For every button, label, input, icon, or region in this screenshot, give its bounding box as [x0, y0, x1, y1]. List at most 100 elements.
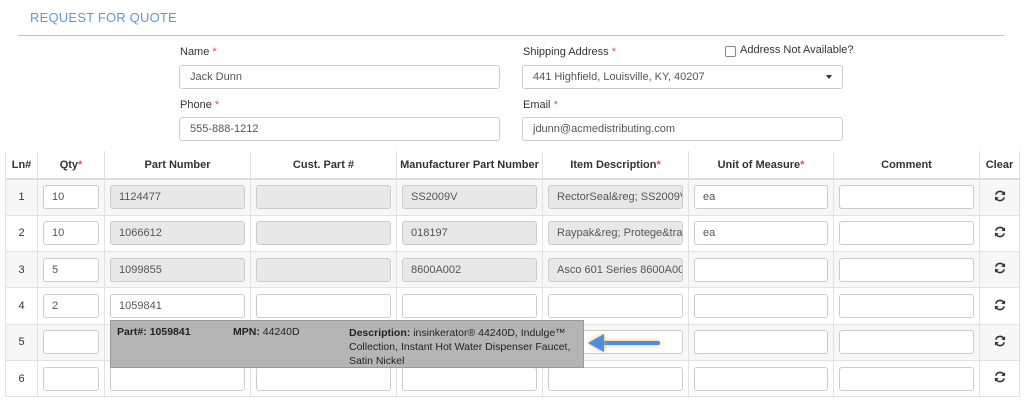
header-uom-text: Unit of Measure: [717, 158, 801, 171]
line-number: 2: [5, 214, 38, 253]
cust-part-input[interactable]: [256, 185, 391, 210]
unit-of-measure-input[interactable]: ea: [694, 185, 828, 210]
mfr-part-input[interactable]: 018197: [402, 221, 537, 246]
part-number-input[interactable]: 1124477: [110, 185, 245, 210]
item-description-cell: [542, 287, 689, 325]
qty-input[interactable]: [43, 366, 99, 391]
comment-cell: [833, 287, 980, 325]
header-qty-text: Qty: [59, 158, 79, 171]
item-description-cell: Asco 601 Series 8600A002: [542, 251, 689, 289]
item-description-cell: Raypak&reg; Protege&trade;: [542, 214, 689, 253]
required-mark: *: [214, 99, 220, 111]
cust-part-input[interactable]: [256, 221, 391, 246]
comment-cell: [833, 214, 980, 253]
qty-input[interactable]: [43, 330, 99, 355]
mfr-part-input[interactable]: [402, 294, 537, 319]
unit-of-measure-cell: [688, 287, 834, 325]
required-mark: *: [212, 46, 217, 58]
part-number-cell: 1066612: [104, 214, 251, 253]
unit-of-measure-input[interactable]: [694, 366, 828, 391]
table-row: 210 1066612 018197 Raypak&reg; Protege&trad…: [5, 214, 1020, 253]
title-divider: [18, 35, 1004, 36]
line-number: 3: [5, 251, 38, 289]
comment-input[interactable]: [839, 366, 974, 391]
item-description-input[interactable]: Raypak&reg; Protege&trade;: [548, 221, 683, 246]
unit-of-measure-input[interactable]: [694, 257, 828, 282]
mfr-part-cell: 018197: [396, 214, 543, 253]
required-mark: *: [800, 158, 805, 171]
comment-cell: [833, 178, 980, 216]
shipping-address-label: Shipping Address *: [523, 46, 616, 58]
unit-of-measure-input[interactable]: [694, 330, 828, 355]
tooltip-mpn-label: MPN:: [233, 326, 260, 338]
mfr-part-cell: 8600A002: [396, 251, 543, 289]
phone-field[interactable]: 555-888-1212: [179, 117, 500, 141]
unit-of-measure-input[interactable]: [694, 294, 828, 319]
cust-part-input[interactable]: [256, 366, 391, 391]
item-description-input[interactable]: [548, 366, 683, 391]
mfr-part-cell: [396, 287, 543, 325]
name-field[interactable]: Jack Dunn: [179, 65, 500, 89]
part-number-input[interactable]: 1066612: [110, 221, 245, 246]
clear-cell: [979, 251, 1020, 289]
comment-input[interactable]: [839, 185, 974, 210]
name-label: Name *: [180, 46, 217, 58]
comment-input[interactable]: [839, 221, 974, 246]
tooltip-part-label: Part#:: [117, 326, 147, 338]
part-number-input[interactable]: 1099855: [110, 257, 245, 282]
shipping-address-select[interactable]: 441 Highfield, Louisville, KY, 40207: [522, 65, 843, 89]
item-description-input[interactable]: [548, 294, 683, 319]
item-description-input[interactable]: Asco 601 Series 8600A002: [548, 257, 683, 282]
line-number: 4: [5, 287, 38, 325]
table-row: 1 10 1124477 SS2009V RectorSeal&reg; SS2009V…: [5, 178, 1020, 216]
refresh-icon[interactable]: [993, 298, 1007, 312]
qty-input[interactable]: 2: [43, 294, 99, 319]
mfr-part-input[interactable]: SS2009V: [402, 185, 537, 210]
comment-input[interactable]: [839, 330, 974, 355]
part-number-input[interactable]: [110, 366, 245, 391]
qty-input[interactable]: 10: [43, 221, 99, 246]
part-number-input[interactable]: 1059841: [110, 294, 245, 319]
refresh-icon[interactable]: [993, 370, 1007, 384]
unit-of-measure-input[interactable]: ea: [694, 221, 828, 246]
mfr-part-input[interactable]: 8600A002: [402, 257, 537, 282]
refresh-icon[interactable]: [993, 334, 1007, 348]
caret-down-icon: [826, 75, 832, 79]
tooltip-mpn: MPN: 44240D: [233, 326, 300, 338]
line-number: 1: [5, 178, 38, 216]
cust-part-cell: [250, 287, 397, 325]
email-field[interactable]: jdunn@acmedistributing.com: [522, 117, 843, 141]
cust-part-cell: [250, 214, 397, 253]
required-mark: *: [553, 99, 558, 111]
shipping-address-label-text: Shipping Address: [523, 46, 609, 58]
cust-part-cell: [250, 178, 397, 216]
unit-of-measure-cell: ea: [688, 178, 834, 216]
refresh-icon[interactable]: [993, 261, 1007, 275]
cust-part-input[interactable]: [256, 257, 391, 282]
clear-cell: [979, 178, 1020, 216]
qty-input[interactable]: 5: [43, 257, 99, 282]
qty-input[interactable]: 10: [43, 185, 99, 210]
tooltip-mpn-value: 44240D: [262, 326, 300, 338]
qty-cell: [37, 359, 105, 398]
header-desc-text: Item Description: [570, 158, 657, 171]
tooltip-part-value: 1059841: [149, 326, 191, 338]
table-header-row: Ln# Qty* Part Number Cust. Part # Manufa…: [5, 151, 1020, 180]
phone-label-text: Phone: [180, 99, 212, 111]
comment-input[interactable]: [839, 257, 974, 282]
clear-cell: [979, 287, 1020, 325]
item-description-input[interactable]: RectorSeal&reg; SS2009V: [548, 185, 683, 210]
line-number: 5: [5, 323, 38, 361]
cust-part-input[interactable]: [256, 294, 391, 319]
header-unit-of-measure: Unit of Measure*: [688, 151, 834, 180]
mfr-part-input[interactable]: [402, 366, 537, 391]
tooltip-desc-label: Description:: [349, 327, 411, 339]
part-number-cell: 1099855: [104, 251, 251, 289]
refresh-icon[interactable]: [993, 189, 1007, 203]
qty-cell: 10: [37, 214, 105, 253]
address-not-available-checkbox[interactable]: [725, 46, 736, 57]
refresh-icon[interactable]: [993, 225, 1007, 239]
comment-input[interactable]: [839, 294, 974, 319]
comment-cell: [833, 359, 980, 398]
part-number-cell: 1124477: [104, 178, 251, 216]
